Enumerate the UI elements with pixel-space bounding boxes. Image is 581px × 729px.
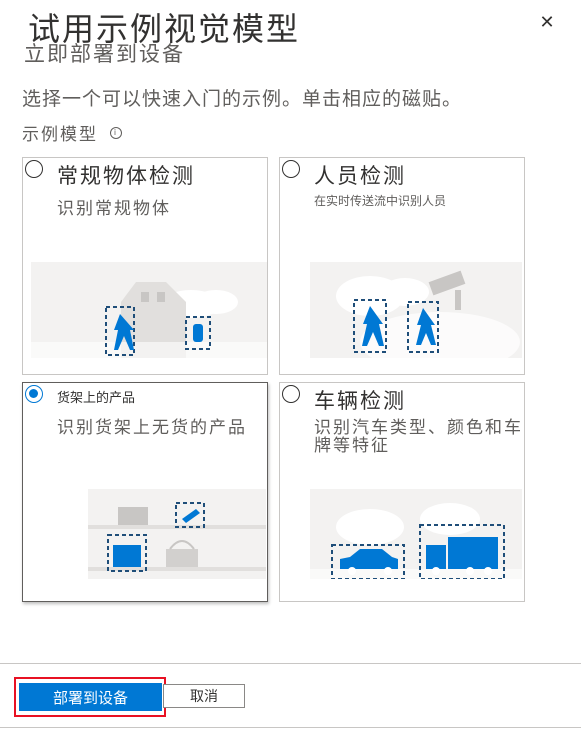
tile-title: 人员检测 (314, 164, 406, 188)
tile-title: 车辆检测 (314, 389, 406, 413)
dialog-subtitle: 立即部署到设备 (24, 42, 185, 66)
vehicle-illustration (310, 489, 522, 579)
shelf-products-illustration (88, 489, 266, 579)
close-icon[interactable]: ✕ (536, 12, 558, 34)
radio-people-detection[interactable] (282, 160, 300, 178)
info-icon[interactable]: i (110, 126, 122, 139)
sample-models-label-text: 示例模型 (22, 125, 98, 145)
common-objects-illustration (31, 262, 267, 358)
tile-common-objects[interactable]: 常规物体检测 识别常规物体 (22, 157, 268, 375)
tile-title: 货架上的产品 (57, 391, 136, 406)
tile-shelf-products[interactable]: 货架上的产品 识别货架上无货的产品 (22, 382, 268, 602)
cancel-button[interactable]: 取消 (163, 684, 245, 708)
radio-vehicle-detection[interactable] (282, 385, 300, 403)
deploy-to-device-button[interactable]: 部署到设备 (19, 683, 162, 711)
instructions-text: 选择一个可以快速入门的示例。单击相应的磁贴。 (22, 88, 463, 110)
tile-vehicle-detection[interactable]: 车辆检测 识别汽车类型、颜色和车牌等特征 (279, 382, 525, 602)
tile-description: 在实时传送流中识别人员 (314, 194, 447, 208)
radio-shelf-products[interactable] (25, 385, 43, 403)
tile-title: 常规物体检测 (57, 164, 195, 188)
footer-divider (0, 663, 581, 664)
tile-description: 识别常规物体 (57, 199, 171, 219)
tile-description: 识别货架上无货的产品 (57, 418, 247, 438)
bottom-divider (0, 727, 581, 728)
tile-people-detection[interactable]: 人员检测 在实时传送流中识别人员 (279, 157, 525, 375)
tile-description: 识别汽车类型、颜色和车牌等特征 (314, 418, 523, 456)
radio-common-objects[interactable] (25, 160, 43, 178)
people-illustration (310, 262, 522, 358)
sample-models-label: 示例模型 i (22, 120, 122, 145)
